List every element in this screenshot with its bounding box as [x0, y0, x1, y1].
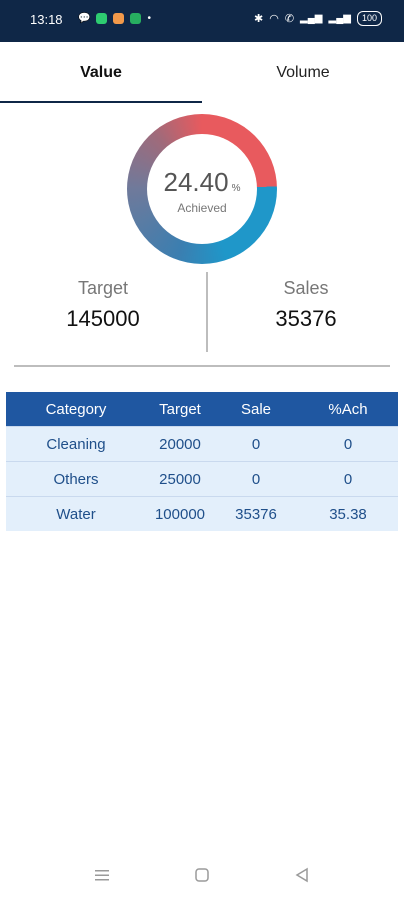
- percent-row: 24.40%: [147, 167, 257, 198]
- donut-center: 24.40% Achieved: [147, 134, 257, 244]
- wifi-icon: ◠: [269, 13, 279, 25]
- cell-ach: 0: [343, 435, 353, 453]
- cell-category: Cleaning: [46, 435, 106, 453]
- cell-category: Others: [53, 470, 99, 488]
- tab-bar: Value Volume: [0, 42, 404, 104]
- app-icon-green-2: [130, 13, 142, 24]
- cell-sale: 0: [251, 435, 261, 453]
- active-tab-indicator: [0, 101, 202, 103]
- system-nav-bar: [0, 860, 404, 900]
- header-ach: %Ach: [328, 400, 368, 418]
- cell-sale: 35376: [235, 505, 277, 523]
- target-value: 145000: [66, 306, 140, 331]
- cell-ach: 35.38: [329, 505, 367, 523]
- tab-volume[interactable]: Volume: [202, 42, 404, 104]
- horizontal-divider: [14, 365, 390, 367]
- menu-nav-button[interactable]: [82, 860, 122, 890]
- home-square-icon: [195, 868, 209, 882]
- status-time: 13:18: [30, 12, 63, 27]
- notification-icons: 💬 •: [78, 13, 151, 24]
- cell-target: 25000: [159, 470, 201, 488]
- table-header: Category Target Sale %Ach: [6, 392, 398, 426]
- back-nav-button[interactable]: [282, 860, 322, 890]
- call-icon: ✆: [284, 13, 295, 25]
- cell-target: 100000: [154, 505, 206, 523]
- header-sale: Sale: [240, 400, 272, 418]
- battery-icon: 100: [356, 11, 382, 26]
- back-triangle-icon: [295, 867, 308, 883]
- table-row[interactable]: Others 25000 0 0: [6, 461, 398, 496]
- sales-label: Sales: [283, 278, 329, 298]
- target-label: Target: [77, 278, 129, 298]
- status-indicators: ✱ ◠ ✆ ▂▄▆ ▂▄▆ 100: [254, 11, 382, 26]
- status-bar: 13:18 💬 • ✱ ◠ ✆ ▂▄▆ ▂▄▆ 100: [0, 0, 404, 42]
- signal-icon: ▂▄▆: [300, 13, 323, 24]
- header-target: Target: [159, 400, 201, 418]
- cell-ach: 0: [343, 470, 353, 488]
- signal-icon-2: ▂▄▆: [328, 13, 351, 24]
- bluetooth-icon: ✱: [253, 13, 264, 25]
- table-row[interactable]: Water 100000 35376 35.38: [6, 496, 398, 531]
- achieved-label: Achieved: [177, 201, 227, 215]
- category-table: Category Target Sale %Ach Cleaning 20000…: [6, 392, 398, 531]
- percent-unit: %: [231, 183, 241, 194]
- sales-value: 35376: [275, 306, 337, 331]
- achievement-percent: 24.40: [163, 167, 229, 197]
- home-nav-button[interactable]: [182, 860, 222, 890]
- table-row[interactable]: Cleaning 20000 0 0: [6, 426, 398, 461]
- achievement-donut: 24.40% Achieved: [127, 114, 277, 264]
- chat-icon: 💬: [78, 13, 91, 24]
- app-icon-green: [96, 13, 108, 24]
- cell-target: 20000: [159, 435, 201, 453]
- app-icon-orange: [113, 13, 125, 24]
- cell-category: Water: [56, 505, 96, 523]
- cell-sale: 0: [251, 470, 261, 488]
- dot-icon: •: [147, 13, 151, 24]
- tab-value[interactable]: Value: [0, 42, 202, 104]
- header-category: Category: [45, 400, 107, 418]
- menu-icon: [95, 870, 109, 881]
